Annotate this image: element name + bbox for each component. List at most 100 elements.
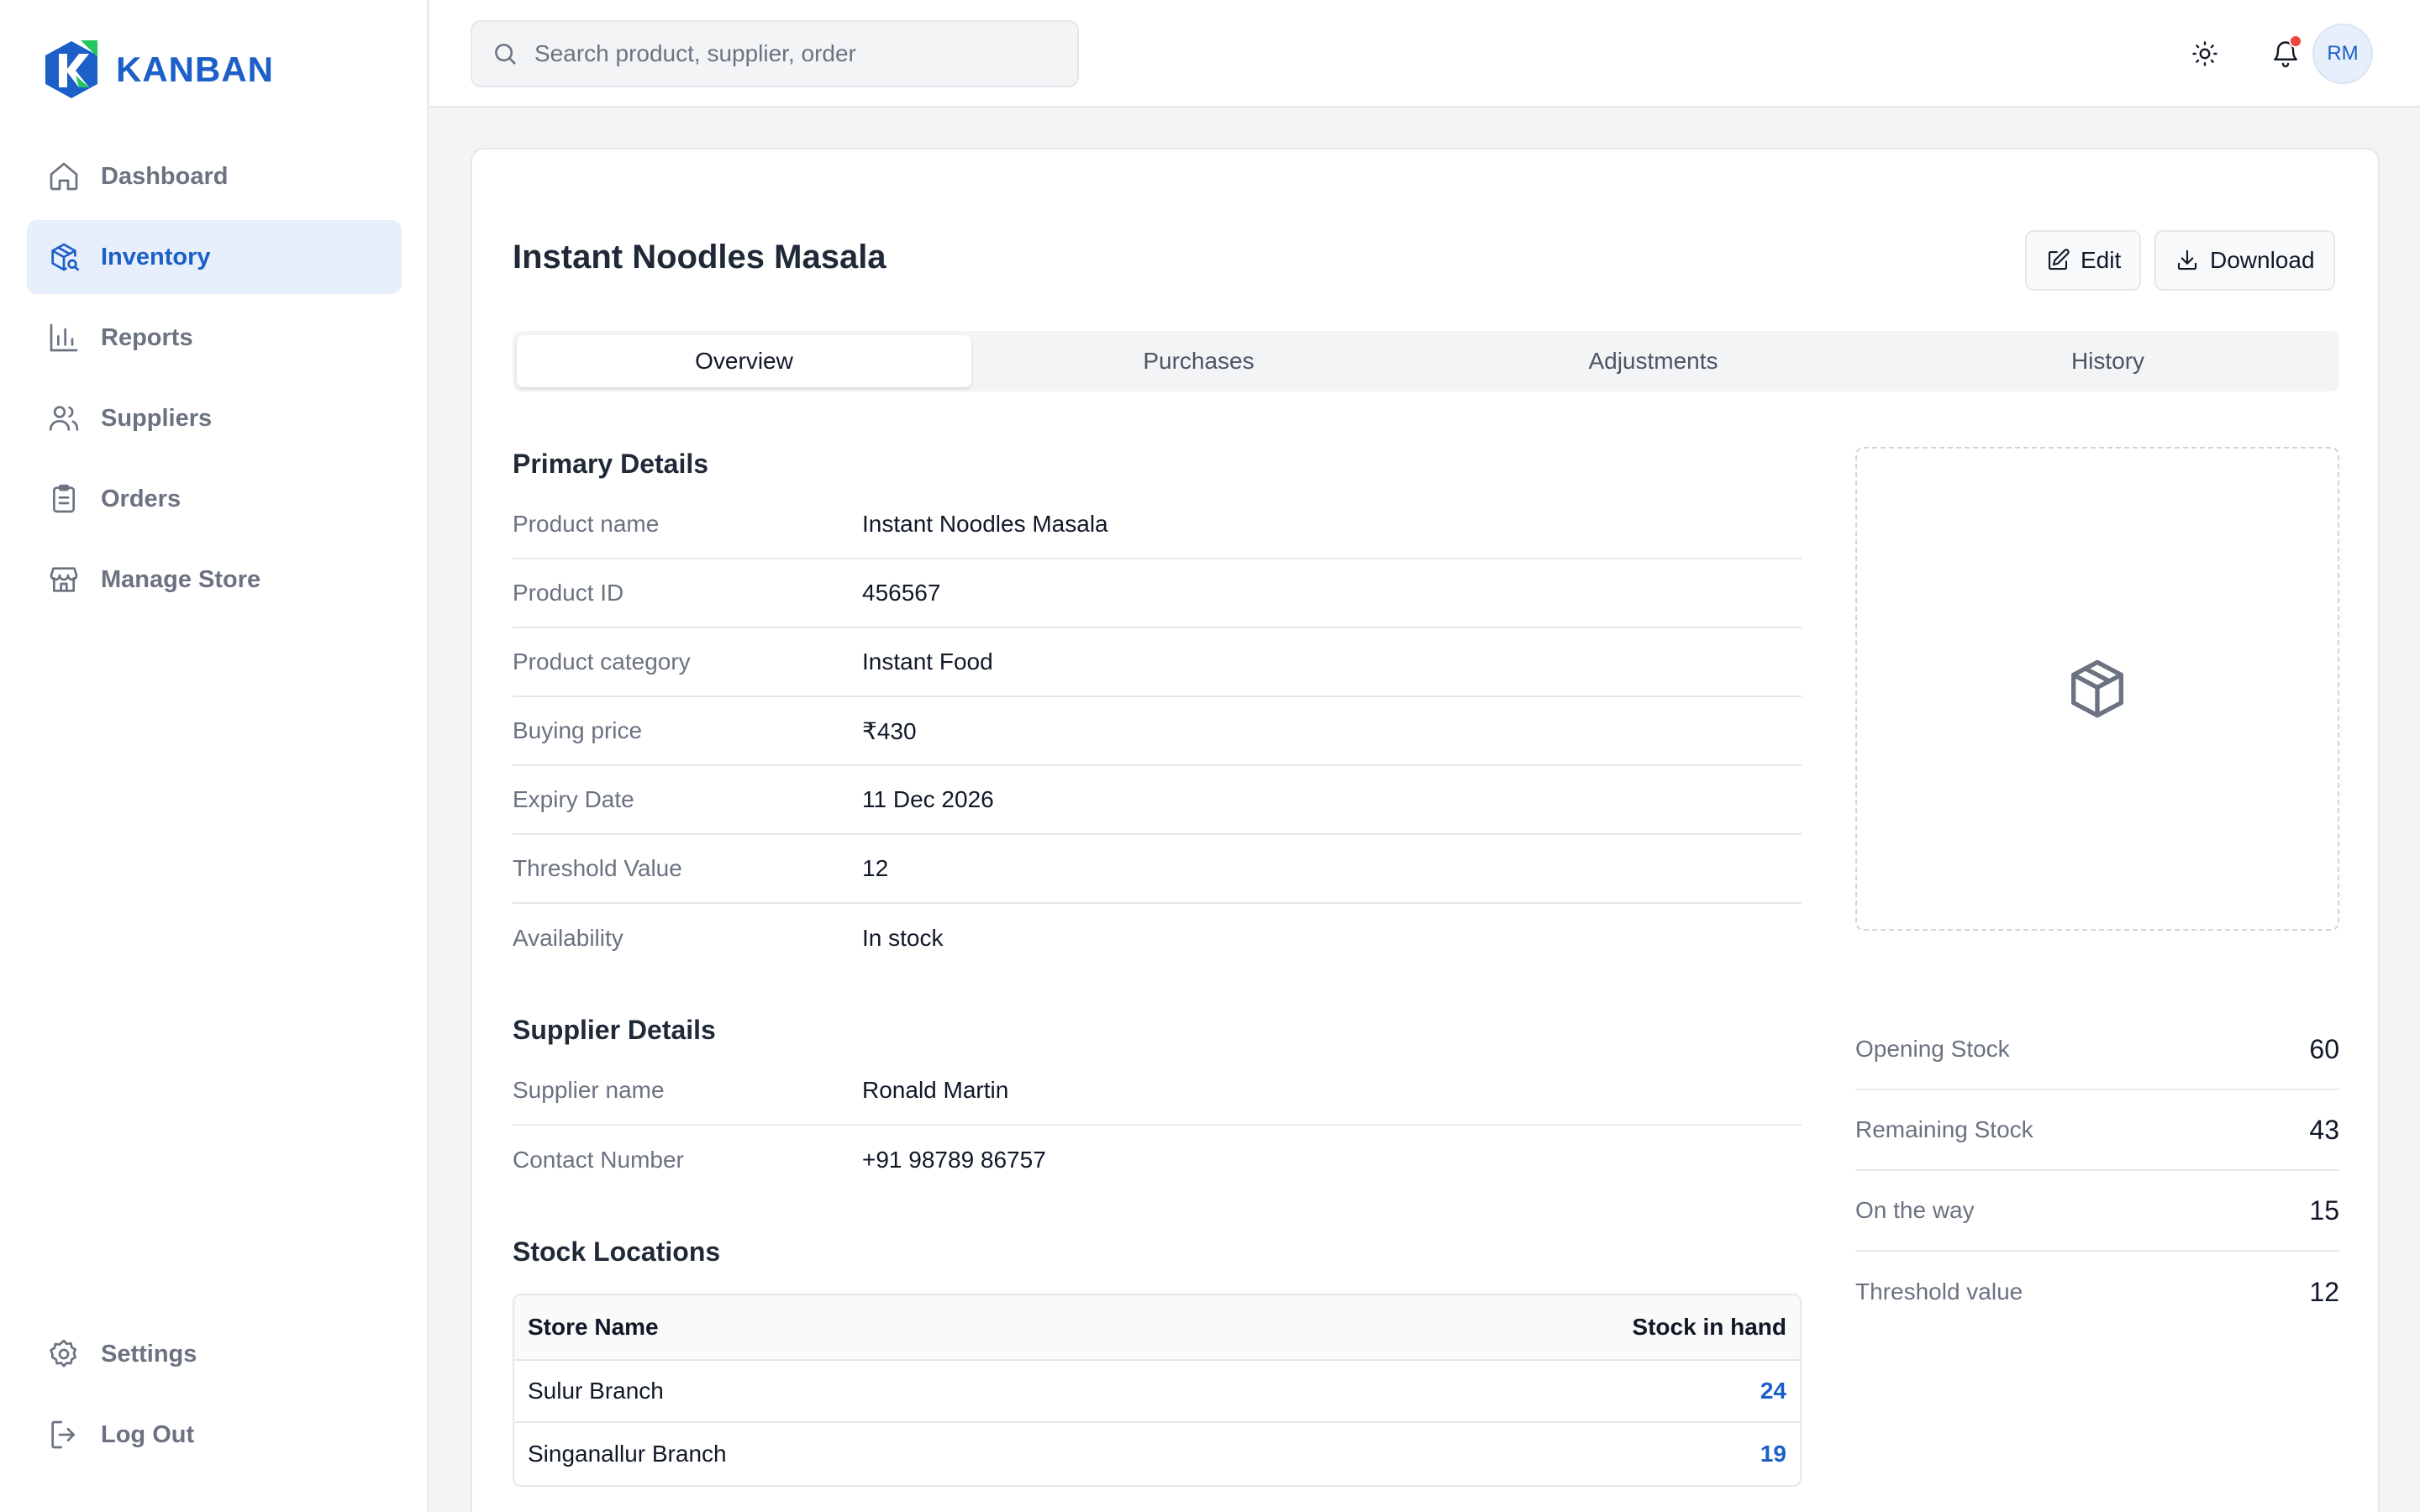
store-name: Sulur Branch <box>528 1378 664 1404</box>
edit-button[interactable]: Edit <box>2025 230 2142 291</box>
table-header-row: Store Name Stock in hand <box>514 1295 1800 1361</box>
column-header-stock-in-hand: Stock in hand <box>1632 1314 1786 1340</box>
notifications-button[interactable] <box>2262 30 2309 77</box>
sidebar-item-label: Suppliers <box>101 404 213 432</box>
detail-value: Instant Food <box>862 648 993 675</box>
sidebar-item-settings[interactable]: Settings <box>27 1317 402 1391</box>
detail-label: Expiry Date <box>513 786 634 812</box>
users-icon <box>49 406 79 431</box>
stat-threshold-value: Threshold value 12 <box>1855 1252 2339 1332</box>
tab-adjustments[interactable]: Adjustments <box>1426 335 1881 387</box>
sidebar-bottom-nav: Settings Log Out <box>27 1317 402 1478</box>
detail-row-supplier-name: Supplier name Ronald Martin <box>513 1057 1802 1126</box>
edit-button-label: Edit <box>2081 247 2122 273</box>
detail-label: Product category <box>513 648 691 675</box>
brand-name: KANBAN <box>116 50 274 89</box>
detail-row-expiry-date: Expiry Date 11 Dec 2026 <box>513 766 1802 835</box>
sidebar-item-orders[interactable]: Orders <box>27 462 402 536</box>
sidebar-item-label: Dashboard <box>101 162 229 190</box>
sidebar-item-label: Orders <box>101 485 182 512</box>
table-row: Sulur Branch 24 <box>514 1361 1800 1423</box>
sidebar-item-label: Inventory <box>101 243 211 270</box>
stat-value: 12 <box>2309 1276 2339 1307</box>
table-row: Singanallur Branch 19 <box>514 1423 1800 1485</box>
detail-value: 11 Dec 2026 <box>862 786 994 812</box>
detail-value: Instant Noodles Masala <box>862 511 1108 537</box>
download-button[interactable]: Download <box>2154 230 2335 291</box>
stock-locations-table: Store Name Stock in hand Sulur Branch 24… <box>513 1294 1802 1487</box>
sidebar-item-suppliers[interactable]: Suppliers <box>27 381 402 455</box>
detail-label: Product name <box>513 511 660 537</box>
primary-details-list: Product name Instant Noodles Masala Produ… <box>513 491 1802 973</box>
tab-history[interactable]: History <box>1881 335 2335 387</box>
logout-icon <box>51 1420 75 1449</box>
detail-row-availability: Availability In stock <box>513 904 1802 973</box>
stat-label: Opening Stock <box>1855 1036 2010 1062</box>
sidebar-item-label: Reports <box>101 323 193 351</box>
search-box[interactable] <box>471 20 1079 87</box>
detail-row-threshold-value: Threshold Value 12 <box>513 835 1802 904</box>
tab-overview[interactable]: Overview <box>517 335 971 387</box>
detail-value: 456567 <box>862 580 941 606</box>
detail-row-product-name: Product name Instant Noodles Masala <box>513 491 1802 559</box>
tab-bar: Overview Purchases Adjustments History <box>513 331 2339 391</box>
sidebar-nav: Dashboard Inventory Reports Suppliers Or… <box>27 139 402 623</box>
download-button-label: Download <box>2210 247 2315 273</box>
stat-remaining-stock: Remaining Stock 43 <box>1855 1090 2339 1171</box>
stock-in-hand-value: 19 <box>1760 1441 1786 1467</box>
stock-in-hand-value: 24 <box>1760 1378 1786 1404</box>
download-icon <box>2177 249 2197 270</box>
sidebar: KANBAN Dashboard Inventory Reports Suppl… <box>0 0 429 1512</box>
detail-row-buying-price: Buying price ₹430 <box>513 697 1802 766</box>
stat-label: On the way <box>1855 1197 1975 1223</box>
tab-purchases[interactable]: Purchases <box>971 335 1426 387</box>
detail-label: Supplier name <box>513 1077 665 1103</box>
detail-label: Buying price <box>513 717 643 743</box>
sidebar-item-label: Settings <box>101 1340 197 1368</box>
stat-value: 43 <box>2309 1114 2339 1145</box>
brand-logo[interactable]: KANBAN <box>42 39 274 101</box>
sidebar-item-dashboard[interactable]: Dashboard <box>27 139 402 213</box>
detail-row-contact-number: Contact Number +91 98789 86757 <box>513 1126 1802 1194</box>
bar-chart-icon <box>50 323 78 352</box>
search-input[interactable] <box>534 40 1055 67</box>
theme-toggle-button[interactable] <box>2181 30 2228 77</box>
detail-label: Contact Number <box>513 1147 684 1173</box>
package-search-icon <box>51 243 79 271</box>
detail-label: Product ID <box>513 580 624 606</box>
stat-label: Threshold value <box>1855 1278 2023 1305</box>
product-detail-card: Instant Noodles Masala Edit Download Ove… <box>471 148 2380 1512</box>
home-icon <box>50 162 78 191</box>
sidebar-item-reports[interactable]: Reports <box>27 301 402 375</box>
box-icon <box>2071 659 2123 718</box>
supplier-details-title: Supplier Details <box>513 1015 716 1045</box>
page-title: Instant Noodles Masala <box>513 239 886 276</box>
notification-badge <box>2289 34 2302 48</box>
stat-value: 60 <box>2309 1033 2339 1064</box>
stat-on-the-way: On the way 15 <box>1855 1171 2339 1252</box>
sidebar-item-label: Manage Store <box>101 565 261 593</box>
edit-icon <box>2048 249 2070 270</box>
stat-value: 15 <box>2309 1194 2339 1226</box>
store-name: Singanallur Branch <box>528 1441 727 1467</box>
stat-opening-stock: Opening Stock 60 <box>1855 1010 2339 1090</box>
detail-value: In stock <box>862 925 944 951</box>
sidebar-item-logout[interactable]: Log Out <box>27 1398 402 1472</box>
avatar[interactable]: RM <box>2312 24 2373 84</box>
stat-label: Remaining Stock <box>1855 1116 2033 1142</box>
detail-label: Threshold Value <box>513 855 682 881</box>
sidebar-item-manage-store[interactable]: Manage Store <box>27 543 402 617</box>
detail-value: ₹430 <box>862 717 917 744</box>
detail-row-product-category: Product category Instant Food <box>513 628 1802 697</box>
primary-details-title: Primary Details <box>513 449 709 479</box>
product-image-placeholder[interactable] <box>1855 447 2339 931</box>
store-icon <box>50 567 78 592</box>
detail-value: +91 98789 86757 <box>862 1147 1046 1173</box>
gear-icon <box>50 1339 76 1368</box>
detail-value: Ronald Martin <box>862 1077 1009 1103</box>
detail-value: 12 <box>862 855 889 881</box>
supplier-details-list: Supplier name Ronald Martin Contact Numbe… <box>513 1057 1802 1194</box>
detail-row-product-id: Product ID 456567 <box>513 559 1802 628</box>
clipboard-icon <box>53 484 75 513</box>
sidebar-item-inventory[interactable]: Inventory <box>27 220 402 294</box>
